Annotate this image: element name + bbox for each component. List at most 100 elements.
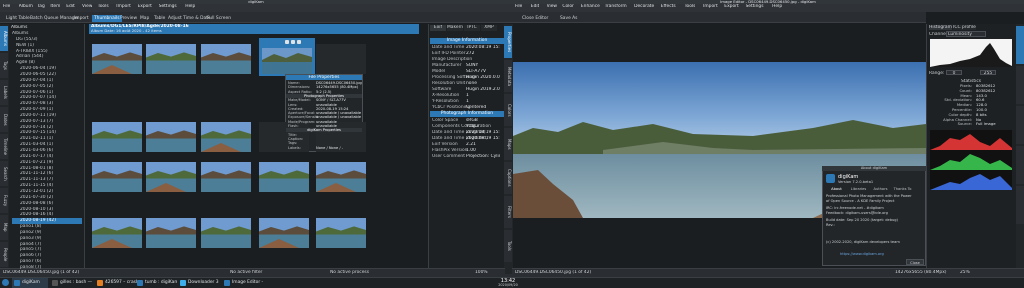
editor-right-tab[interactable] [1016,146,1024,184]
channel-select[interactable]: Luminosity [946,31,986,37]
about-tab-authors[interactable]: Authors [870,187,891,191]
editor-toolbar-close-editor[interactable]: Close Editor [520,15,550,22]
editor-menu-transform[interactable]: Transform [605,4,627,9]
about-link[interactable]: https://www.digikam.org [840,252,920,256]
tree-item[interactable]: 2020-07-14 (2) [12,125,82,130]
metadata-tab-makernote[interactable]: Makernote [447,25,463,31]
right-tab-filters[interactable]: Filters [504,196,512,228]
about-close-button[interactable]: Close [906,259,924,265]
tree-item[interactable]: 2021-03-04 (1) [12,142,82,147]
tree-item[interactable]: pano4 (7) [12,242,82,247]
toolbar-preview[interactable]: Preview [118,15,139,22]
sidebar-tab-dates[interactable]: Dates [0,107,8,132]
photo-thumbnail[interactable] [259,162,309,192]
photo-thumbnail[interactable] [316,162,366,192]
photo-thumbnail[interactable] [92,218,142,248]
tree-item[interactable]: 2020-08-19 (42) [12,218,82,224]
taskbar-item[interactable]: Downloader 3 [178,278,220,288]
editor-menu-enhance[interactable]: Enhance [581,4,600,9]
histogram-tab-icc-profile[interactable]: ICC profile [953,25,976,30]
photo-thumbnail[interactable] [146,122,196,152]
photo-thumbnail[interactable] [201,122,251,152]
tree-item[interactable]: pano3 (9) [12,236,82,241]
sidebar-tab-fuzzy[interactable]: Fuzzy [0,188,8,213]
photo-thumbnail[interactable] [201,162,251,192]
menu-item[interactable]: Item [50,4,60,9]
sidebar-tab-labels[interactable]: Labels [0,80,8,105]
tree-item[interactable]: NEW (1) [12,43,82,48]
tree-item[interactable]: 2020-07-07 (14) [12,95,82,100]
right-tab-colors[interactable]: Colors [504,94,512,126]
menu-tools[interactable]: Tools [98,4,109,9]
photo-thumbnail[interactable] [259,218,309,248]
editor-right-tab[interactable] [1016,186,1024,224]
tree-item[interactable]: 2020-07-04 (1) [12,78,82,83]
tree-item[interactable]: 2021-07-21 (9) [12,160,82,165]
taskbar-item[interactable]: 426597 – crash w... [95,278,137,288]
tree-item[interactable]: 2021-03-06 (6) [12,148,82,153]
metadata-tab-exif[interactable]: Exif [430,25,446,31]
rotate-left-icon[interactable] [291,40,295,44]
tree-item[interactable]: 2021-02-11 (1) [12,136,82,141]
tree-item[interactable]: 2021-11-13 (7) [12,177,82,182]
menu-album[interactable]: Album [19,4,33,9]
tree-item[interactable]: 2020-08-10 (3) [12,207,82,212]
menu-export[interactable]: Export [138,4,152,9]
tree-item[interactable]: pano8 (7) [12,265,82,270]
tree-item[interactable]: 2020-07-08 (3) [12,101,82,106]
tree-item[interactable]: pano1 (8) [12,224,82,229]
tree-item[interactable]: pano7 (6) [12,259,82,264]
app-launcher-icon[interactable] [2,279,9,286]
toolbar-import[interactable]: Import [72,15,91,22]
sidebar-tab-tags[interactable]: Tags [0,53,8,78]
taskbar-item[interactable]: Image Editor - DS... [222,278,264,288]
editor-menu-effects[interactable]: Effects [661,4,676,9]
tree-item[interactable]: pano2 (9) [12,230,82,235]
photo-thumbnail[interactable] [146,44,196,74]
tree-item[interactable]: pano5 (7) [12,247,82,252]
tree-item[interactable]: 2020-07-13 (7) [12,119,82,124]
about-tab-about[interactable]: About [826,187,847,191]
editor-menu-settings[interactable]: Settings [746,4,764,9]
right-tab-tools[interactable]: Tools [504,230,512,262]
taskbar-item[interactable]: gilles : bash — Konsole [50,278,92,288]
tree-item[interactable]: 2020-07-09 (1) [12,107,82,112]
sidebar-tab-albums[interactable]: Albums [0,26,8,51]
range-min-input[interactable]: 0 [946,70,962,75]
right-tab-metadata[interactable]: Metadata [504,60,512,92]
editor-toolbar-save-as[interactable]: Save As [558,15,579,22]
tree-item[interactable]: A-TRIBIX (155) [12,49,82,54]
tree-item[interactable]: pano6 (7) [12,253,82,258]
editor-menu-color[interactable]: Color [562,4,573,9]
menu-settings[interactable]: Settings [159,4,177,9]
tree-item[interactable]: DG (55/3) [12,37,82,42]
sidebar-tab-timeline[interactable]: Timeline [0,134,8,159]
editor-menu-import[interactable]: Import [703,4,718,9]
editor-menu-help[interactable]: Help [772,4,782,9]
tree-item[interactable]: 2020-08-16 (4) [12,212,82,217]
menu-import[interactable]: Import [116,4,131,9]
tree-item[interactable]: 2020-08-08 (6) [12,201,82,206]
play-icon[interactable] [285,40,289,44]
about-tab-libraries[interactable]: Libraries [848,187,869,191]
editor-right-tab[interactable] [1016,106,1024,144]
editor-menu-decorate[interactable]: Decorate [634,4,654,9]
rotate-right-icon[interactable] [297,40,301,44]
tree-item[interactable]: 2020-07-15 (14) [12,130,82,135]
tree-item[interactable]: Adrian (544) [12,54,82,59]
taskbar-item[interactable]: tumb : digiKam — ... [135,278,177,288]
tree-item[interactable]: 2021-08-01 (8) [12,166,82,171]
tree-item[interactable]: 2021-07-30 (2) [12,195,82,200]
photo-thumbnail[interactable] [92,44,142,74]
editor-menu-export[interactable]: Export [724,4,738,9]
range-max-input[interactable]: 255 [980,70,996,75]
about-tab-thanks-to[interactable]: Thanks To [892,187,913,191]
right-tab-properties[interactable]: Properties [504,26,512,58]
taskbar-item[interactable]: digiKam [12,278,48,288]
sidebar-tab-search[interactable]: Search [0,161,8,186]
menu-help[interactable]: Help [185,4,195,9]
photo-thumbnail[interactable] [92,162,142,192]
editor-menu-file[interactable]: File [515,4,522,9]
sidebar-tab-people[interactable]: People [0,242,8,267]
photo-thumbnail[interactable] [146,218,196,248]
